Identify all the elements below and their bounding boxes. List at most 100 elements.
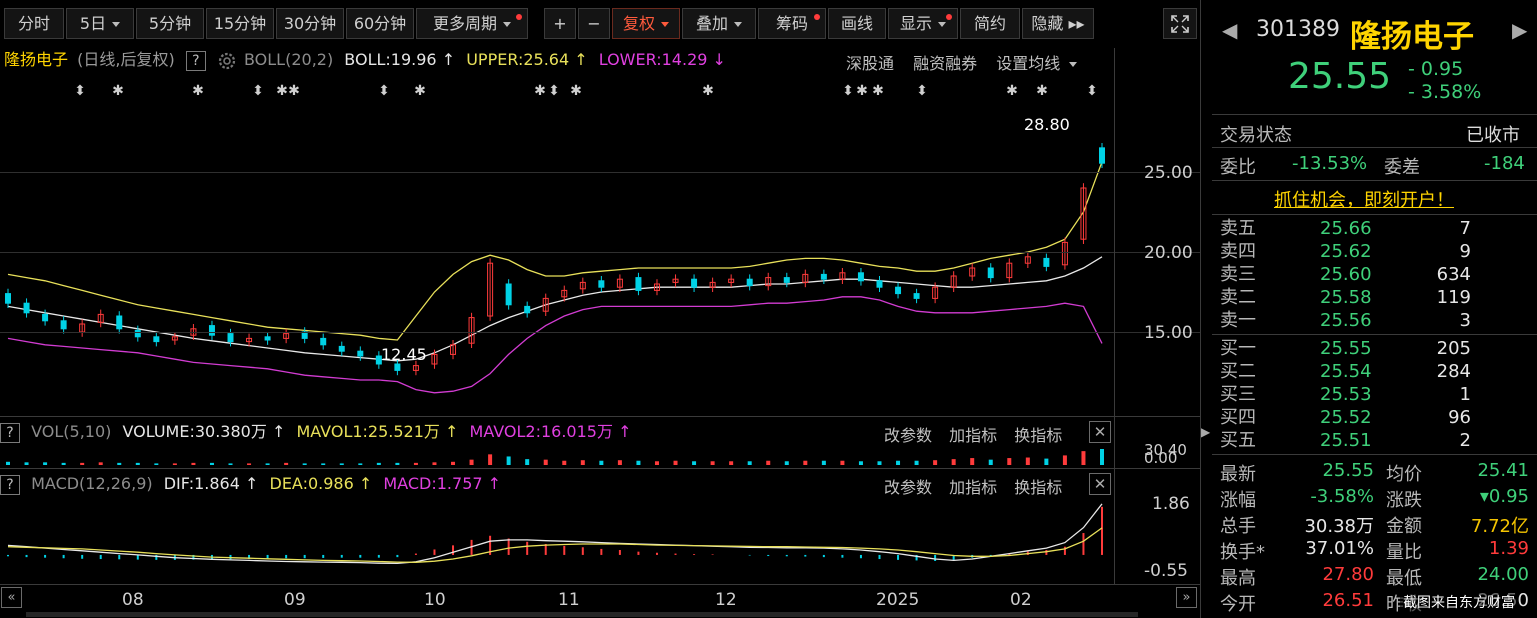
- order-row[interactable]: 卖一 25.56 3: [1212, 309, 1537, 332]
- vol-help-button[interactable]: ?: [0, 422, 20, 443]
- candle-body: [5, 293, 11, 304]
- stock-name[interactable]: 隆扬电子: [4, 50, 68, 69]
- stat-label: 最新: [1220, 464, 1256, 485]
- link-sgt[interactable]: 深股通: [846, 54, 894, 73]
- stat-label: 总手: [1220, 516, 1256, 537]
- stat-value: 1.39: [1488, 538, 1529, 559]
- pane-divider: [0, 416, 1200, 417]
- order-row[interactable]: 买五 25.51 2: [1212, 429, 1537, 452]
- order-row[interactable]: 卖二 25.58 119: [1212, 286, 1537, 309]
- order-volume: 205: [1436, 338, 1471, 359]
- indicator-name[interactable]: BOLL(20,2): [244, 50, 333, 69]
- link-set-ma[interactable]: 设置均线: [996, 54, 1060, 73]
- x-tick: 08: [122, 590, 144, 610]
- candle-body: [357, 350, 364, 357]
- toolbar-button-11[interactable]: 筹码: [758, 8, 826, 39]
- macd-chart[interactable]: [0, 498, 1120, 580]
- open-account-link[interactable]: 抓住机会，即刻开户！: [1274, 186, 1454, 212]
- order-row[interactable]: 买一 25.55 205: [1212, 337, 1537, 360]
- macd-title[interactable]: MACD(12,26,9): [31, 474, 153, 493]
- macd-edit-params[interactable]: 改参数: [884, 478, 932, 497]
- event-marker: ✱: [702, 83, 714, 99]
- toolbar-button-label: 更多周期: [432, 14, 497, 33]
- order-row[interactable]: 买四 25.52 96: [1212, 406, 1537, 429]
- vol-title[interactable]: VOL(5,10): [31, 422, 111, 441]
- weicha-value: -184: [1484, 153, 1525, 174]
- event-marker: ✱: [534, 83, 546, 99]
- order-row[interactable]: 卖四 25.62 9: [1212, 240, 1537, 263]
- order-price: 25.53: [1320, 384, 1372, 405]
- toolbar-button-label: 显示: [899, 14, 932, 33]
- order-volume: 2: [1459, 430, 1471, 451]
- volume-bar: [302, 463, 307, 465]
- mavol2-text: MAVOL2:16.015万: [469, 422, 613, 441]
- toolbar-button-1[interactable]: 5日: [66, 8, 134, 39]
- order-row[interactable]: 买三 25.53 1: [1212, 383, 1537, 406]
- link-margin[interactable]: 融资融券: [913, 54, 977, 73]
- toolbar-button-4[interactable]: 30分钟: [276, 8, 344, 39]
- toolbar-button-9[interactable]: 复权: [612, 8, 680, 39]
- volume-bar: [80, 462, 85, 465]
- event-marker: ⬍: [548, 83, 560, 99]
- toolbar-button-6[interactable]: 更多周期: [416, 8, 528, 39]
- toolbar-button-10[interactable]: 叠加: [682, 8, 756, 39]
- divider: [1212, 114, 1537, 115]
- prev-stock-icon[interactable]: ◀: [1222, 18, 1237, 42]
- volume-bar: [877, 461, 882, 465]
- boll-value: BOLL:19.96 ↑: [344, 50, 456, 69]
- volume-bar: [580, 460, 585, 465]
- scrollbar[interactable]: [26, 612, 1138, 617]
- volume-bar: [1007, 458, 1012, 465]
- panel-separator: [1200, 0, 1201, 618]
- price-change: - 0.95: [1408, 58, 1464, 80]
- stat-label: 今开: [1220, 594, 1256, 615]
- gear-icon[interactable]: [217, 51, 237, 71]
- macd-help-button[interactable]: ?: [0, 474, 20, 495]
- x-tick: 09: [284, 590, 306, 610]
- x-tick: 02: [1010, 590, 1032, 610]
- toolbar-button-label: 筹码: [775, 14, 808, 33]
- event-marker: ✱: [276, 83, 288, 99]
- vol-edit-params[interactable]: 改参数: [884, 426, 932, 445]
- collapse-arrow-icon[interactable]: ▶: [1201, 425, 1210, 439]
- candle-body: [23, 302, 30, 314]
- order-row[interactable]: 卖三 25.60 634: [1212, 263, 1537, 286]
- vol-close-icon[interactable]: ✕: [1089, 421, 1111, 443]
- toolbar-button-12[interactable]: 画线: [828, 8, 886, 39]
- macd-add-indicator[interactable]: 加指标: [949, 478, 997, 497]
- vol-pane-header: ? VOL(5,10) VOLUME:30.380万 ↑ MAVOL1:25.5…: [0, 420, 631, 444]
- candle-body: [987, 267, 994, 279]
- next-stock-icon[interactable]: ▶: [1512, 18, 1527, 42]
- toolbar-button-5[interactable]: 60分钟: [346, 8, 414, 39]
- toolbar-button-15[interactable]: 隐藏 ▸▸: [1022, 8, 1094, 39]
- stat-label: 最高: [1220, 568, 1256, 589]
- order-row[interactable]: 买二 25.54 284: [1212, 360, 1537, 383]
- toolbar-button-0[interactable]: 分时: [4, 8, 64, 39]
- toolbar-button-7[interactable]: +: [544, 8, 576, 39]
- scroll-right-button[interactable]: »: [1176, 587, 1197, 608]
- volume-bar: [432, 462, 437, 465]
- volume-chart[interactable]: [0, 447, 1120, 465]
- chevron-down-icon: [661, 22, 669, 27]
- macd-close-icon[interactable]: ✕: [1089, 473, 1111, 495]
- event-marker: ⬍: [1086, 83, 1098, 99]
- toolbar-button-2[interactable]: 5分钟: [136, 8, 204, 39]
- vol-switch-indicator[interactable]: 换指标: [1014, 426, 1062, 445]
- toolbar-button-14[interactable]: 简约: [960, 8, 1020, 39]
- order-level: 买二: [1220, 361, 1256, 382]
- chevron-down-icon[interactable]: [1069, 62, 1078, 67]
- stat-value: 25.55: [1322, 460, 1374, 481]
- scroll-left-button[interactable]: «: [1, 587, 22, 608]
- price-chart[interactable]: ⬍ ✱ ✱ ⬍ ✱ ✱ ⬍ ✱ ✱ ⬍ ✱ ✱ ⬍ ✱ ✱ ⬍ ✱ ✱ ⬍: [0, 75, 1120, 415]
- divider: [1212, 180, 1537, 181]
- stat-value: 25.41: [1477, 460, 1529, 481]
- toolbar-button-8[interactable]: −: [578, 8, 610, 39]
- help-button[interactable]: ?: [185, 50, 206, 71]
- volume-bar: [933, 460, 938, 465]
- fullscreen-button[interactable]: [1163, 8, 1197, 39]
- order-row[interactable]: 卖五 25.66 7: [1212, 217, 1537, 240]
- toolbar-button-3[interactable]: 15分钟: [206, 8, 274, 39]
- macd-switch-indicator[interactable]: 换指标: [1014, 478, 1062, 497]
- vol-add-indicator[interactable]: 加指标: [949, 426, 997, 445]
- toolbar-button-13[interactable]: 显示: [888, 8, 958, 39]
